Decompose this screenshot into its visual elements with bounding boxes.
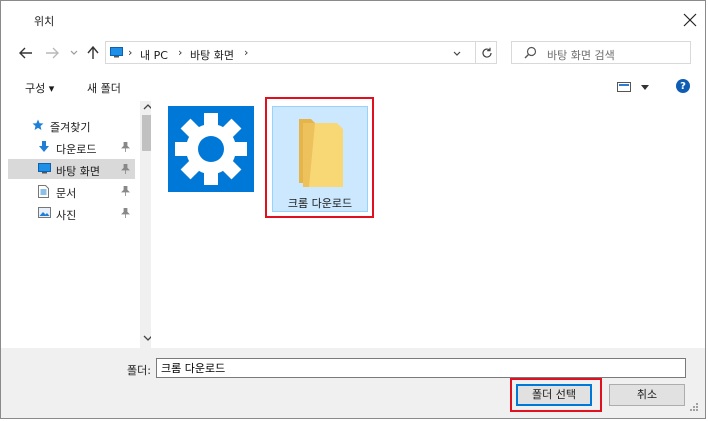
chevron-down-icon xyxy=(70,50,78,55)
resize-grip-icon[interactable] xyxy=(687,400,699,412)
breadcrumb-this-pc[interactable]: 내 PC xyxy=(140,47,168,63)
folder-picker-dialog: 위치 › 내 PC › 바탕 화면 › 바탕 화면 검색 구성 ▾ 새 폴더 ?… xyxy=(0,0,706,419)
sidebar-item-label: 문서 xyxy=(56,187,77,200)
sidebar-item-desktop[interactable]: 바탕 화면 xyxy=(8,159,135,179)
arrow-up-icon xyxy=(87,46,99,59)
refresh-button[interactable] xyxy=(475,41,498,64)
search-box[interactable]: 바탕 화면 검색 xyxy=(511,41,691,64)
sidebar-item-label: 즐겨찾기 xyxy=(50,121,91,134)
folder-name-input[interactable] xyxy=(156,358,686,378)
star-icon xyxy=(32,119,44,130)
folder-field-label: 폴더: xyxy=(127,364,151,377)
select-folder-button[interactable]: 폴더 선택 xyxy=(516,384,592,406)
sidebar-item-quick-access[interactable]: 즐겨찾기 xyxy=(8,115,135,135)
sidebar-item-label: 사진 xyxy=(56,209,77,222)
organize-menu[interactable]: 구성 ▾ xyxy=(25,80,54,96)
file-list: 크롬 다운로드 xyxy=(151,101,705,348)
desktop-icon xyxy=(38,163,51,174)
recent-locations-button[interactable] xyxy=(65,44,83,62)
up-button[interactable] xyxy=(84,44,102,62)
folder-item-label: 크롬 다운로드 xyxy=(287,197,353,210)
breadcrumb-desktop[interactable]: 바탕 화면 xyxy=(190,47,234,63)
chevron-down-icon xyxy=(641,85,649,90)
arrow-left-icon xyxy=(19,47,32,59)
view-details-icon xyxy=(617,82,631,92)
close-icon xyxy=(683,13,697,27)
sidebar-item-pictures[interactable]: 사진 xyxy=(8,203,135,223)
navigation-bar: › 내 PC › 바탕 화면 › 바탕 화면 검색 xyxy=(1,37,705,69)
dialog-footer: 폴더: 폴더 선택 취소 xyxy=(1,348,705,418)
sidebar-item-documents[interactable]: 문서 xyxy=(8,181,135,201)
window-title: 위치 xyxy=(34,15,55,28)
close-button[interactable] xyxy=(680,10,700,30)
new-folder-button[interactable]: 새 폴더 xyxy=(87,80,121,96)
settings-item[interactable] xyxy=(168,106,254,192)
address-bar[interactable]: › 내 PC › 바탕 화면 › xyxy=(105,41,497,64)
back-button[interactable] xyxy=(17,44,35,62)
monitor-icon xyxy=(110,47,123,58)
pin-icon xyxy=(121,186,130,196)
search-icon xyxy=(524,46,537,59)
navigation-pane: 즐겨찾기 다운로드 바탕 화면 문서 사진 xyxy=(8,101,156,348)
download-icon xyxy=(39,141,49,152)
sidebar-item-label: 다운로드 xyxy=(56,143,97,156)
pin-icon xyxy=(121,142,130,152)
help-button[interactable]: ? xyxy=(676,79,690,93)
picture-icon xyxy=(38,207,51,218)
pin-icon xyxy=(121,164,130,174)
pin-icon xyxy=(121,208,130,218)
gear-icon xyxy=(175,113,247,185)
document-icon xyxy=(38,185,49,198)
folder-icon xyxy=(299,119,343,187)
command-bar: 구성 ▾ 새 폴더 ? xyxy=(1,71,705,101)
cancel-button[interactable]: 취소 xyxy=(609,384,685,406)
forward-button[interactable] xyxy=(43,44,61,62)
refresh-icon xyxy=(482,47,492,58)
title-bar: 위치 xyxy=(1,1,705,37)
sidebar-item-label: 바탕 화면 xyxy=(56,165,100,178)
search-placeholder: 바탕 화면 검색 xyxy=(547,49,615,62)
folder-item-selected[interactable]: 크롬 다운로드 xyxy=(272,106,368,212)
change-view-button[interactable] xyxy=(617,79,651,95)
arrow-right-icon xyxy=(46,47,59,59)
chevron-down-icon[interactable] xyxy=(450,46,464,60)
sidebar-item-downloads[interactable]: 다운로드 xyxy=(8,137,135,157)
